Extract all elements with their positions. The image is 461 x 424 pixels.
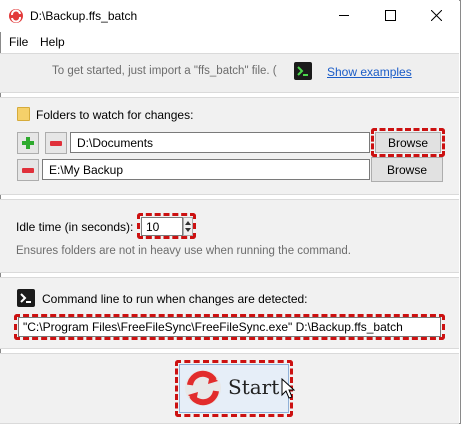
folder-path-field[interactable]: E:\My Backup [42,159,370,180]
terminal-icon [17,289,35,307]
terminal-icon [294,62,312,80]
menu-bar [0,32,459,52]
remove-folder-button[interactable] [45,132,67,154]
show-examples-link[interactable]: Show examples [327,65,412,79]
folder-icon [17,107,30,121]
minimize-icon [339,15,349,16]
plus-icon [22,137,34,149]
command-label: Command line to run when changes are det… [42,292,308,306]
folders-heading: Folders to watch for changes: [36,108,194,122]
minus-icon [50,140,62,146]
maximize-button[interactable] [367,0,413,31]
menu-help[interactable]: Help [40,35,65,49]
folder-path-field[interactable]: D:\Documents [70,132,370,153]
hint-text: To get started, just import a "ffs_batch… [52,65,277,77]
idle-time-label: Idle time (in seconds): [16,220,134,234]
mouse-cursor-icon [281,378,295,399]
start-label: Start [228,375,280,399]
add-folder-button[interactable] [17,132,39,154]
idle-time-spinner[interactable] [183,217,193,236]
sync-icon [185,370,221,406]
command-line-input[interactable]: "C:\Program Files\FreeFileSync\FreeFileS… [18,317,441,337]
idle-time-input[interactable]: 10 [141,217,183,236]
idle-section [0,199,459,273]
idle-time-hint: Ensures folders are not in heavy use whe… [16,245,351,257]
start-button[interactable]: Start [179,364,289,413]
browse-button[interactable]: Browse [371,157,443,182]
spinner-arrows-icon [185,221,191,232]
window-title: D:\Backup.ffs_batch [30,9,138,23]
app-logo-icon [8,8,24,24]
close-button[interactable] [413,0,459,31]
menu-file[interactable]: File [9,35,28,49]
maximize-icon [384,10,396,21]
minus-icon [22,167,34,173]
close-icon [430,10,442,21]
minimize-button[interactable] [321,0,367,31]
remove-folder-button[interactable] [17,159,39,181]
browse-button[interactable]: Browse [375,132,441,153]
